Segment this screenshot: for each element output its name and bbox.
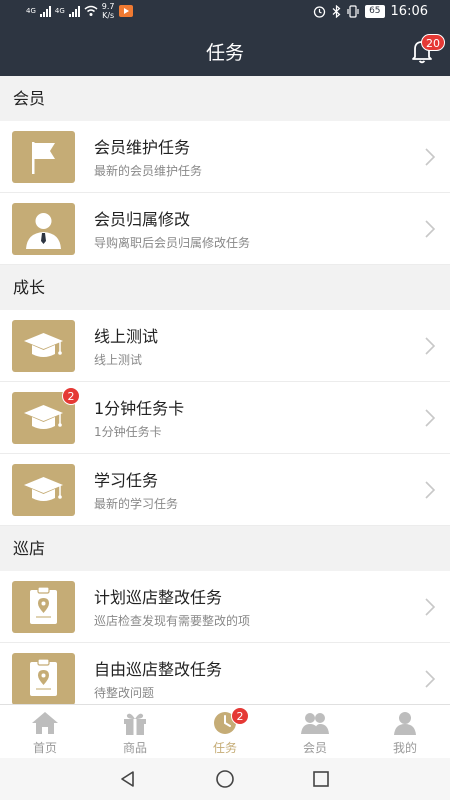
graduation-cap-icon: [12, 464, 75, 516]
tab-label: 任务: [212, 741, 237, 755]
tab-label: 我的: [392, 741, 417, 755]
list-item[interactable]: 会员维护任务 最新的会员维护任务: [0, 121, 450, 193]
item-title: 计划巡店整改任务: [94, 588, 223, 607]
network-speed: 9.7 K/s: [101, 2, 115, 20]
task-list: 会员 会员维护任务 最新的会员维护任务 会员归属修改 导购离职后会员归属修改任务…: [0, 76, 450, 704]
notification-badge: 20: [421, 34, 445, 51]
tab-badge: 2: [231, 707, 249, 725]
item-subtitle: 导购离职后会员归属修改任务: [94, 236, 251, 250]
item-title: 会员维护任务: [94, 138, 191, 157]
list-item[interactable]: 自由巡店整改任务 待整改问题: [0, 643, 450, 704]
chevron-right-icon: [425, 148, 436, 166]
recents-icon[interactable]: [311, 769, 331, 789]
status-bar: HD HD 4G 4G 9.7K/s 65 16:06: [0, 0, 450, 24]
bluetooth-icon: [332, 5, 341, 18]
list-item[interactable]: 学习任务 最新的学习任务: [0, 454, 450, 526]
users-icon: [301, 713, 329, 734]
section-header-member: 会员: [0, 76, 450, 121]
tab-tasks[interactable]: 2 任务: [180, 705, 270, 758]
item-title: 线上测试: [94, 327, 159, 346]
list-item[interactable]: 会员归属修改 导购离职后会员归属修改任务: [0, 193, 450, 265]
clipboard-location-icon: [12, 581, 75, 633]
app-notification-icon: [118, 5, 133, 17]
chevron-right-icon: [425, 220, 436, 238]
gift-icon: [124, 713, 146, 735]
tab-label: 商品: [122, 741, 147, 755]
vibrate-icon: [347, 5, 359, 18]
battery-indicator: 65: [365, 5, 385, 18]
tab-home[interactable]: 首页: [0, 705, 90, 758]
network-type-label: 4G: [54, 7, 65, 15]
system-nav-bar: [0, 758, 450, 800]
item-subtitle: 最新的会员维护任务: [94, 164, 203, 178]
alarm-icon: [313, 6, 326, 18]
chevron-right-icon: [425, 598, 436, 616]
item-badge: 2: [62, 387, 80, 405]
item-subtitle: 1分钟任务卡: [94, 425, 162, 439]
list-item[interactable]: 计划巡店整改任务 巡店检查发现有需要整改的项: [0, 571, 450, 643]
tab-members[interactable]: 会员: [270, 705, 360, 758]
list-item[interactable]: 线上测试 线上测试: [0, 310, 450, 382]
signal-icon: [39, 5, 51, 17]
item-subtitle: 巡店检查发现有需要整改的项: [94, 614, 251, 628]
item-subtitle: 线上测试: [94, 353, 143, 367]
user-icon: [394, 712, 416, 735]
list-item[interactable]: 2 1分钟任务卡 1分钟任务卡: [0, 382, 450, 454]
graduation-cap-icon: [12, 320, 75, 372]
section-header-store-patrol: 巡店: [0, 526, 450, 571]
tab-products[interactable]: 商品: [90, 705, 180, 758]
nav-bar: 任务 20: [0, 24, 450, 76]
clock-time: 16:06: [390, 4, 428, 19]
person-icon: [12, 203, 75, 255]
network-type-label: 4G: [26, 7, 36, 15]
item-subtitle: 最新的学习任务: [94, 497, 179, 511]
chevron-right-icon: [425, 337, 436, 355]
chevron-right-icon: [425, 670, 436, 688]
chevron-right-icon: [425, 481, 436, 499]
item-subtitle: 待整改问题: [94, 686, 155, 700]
item-title: 自由巡店整改任务: [94, 660, 223, 679]
item-title: 学习任务: [94, 471, 159, 490]
tab-mine[interactable]: 我的: [360, 705, 450, 758]
bottom-tab-bar: 首页 商品 2 任务 会员 我的: [0, 704, 450, 758]
chevron-right-icon: [425, 409, 436, 427]
clipboard-location-icon: [12, 653, 75, 704]
wifi-icon: [84, 5, 98, 16]
section-header-growth: 成长: [0, 265, 450, 310]
graduation-cap-icon: 2: [12, 387, 80, 444]
page-title: 任务: [205, 42, 244, 64]
item-title: 会员归属修改: [94, 210, 191, 229]
tab-label: 首页: [32, 741, 57, 755]
home-circle-icon[interactable]: [215, 769, 235, 789]
tab-label: 会员: [302, 741, 327, 755]
back-icon[interactable]: [118, 769, 138, 789]
flag-icon: [12, 131, 75, 183]
item-title: 1分钟任务卡: [94, 399, 185, 418]
home-icon: [32, 712, 58, 734]
signal-icon: [68, 5, 80, 17]
